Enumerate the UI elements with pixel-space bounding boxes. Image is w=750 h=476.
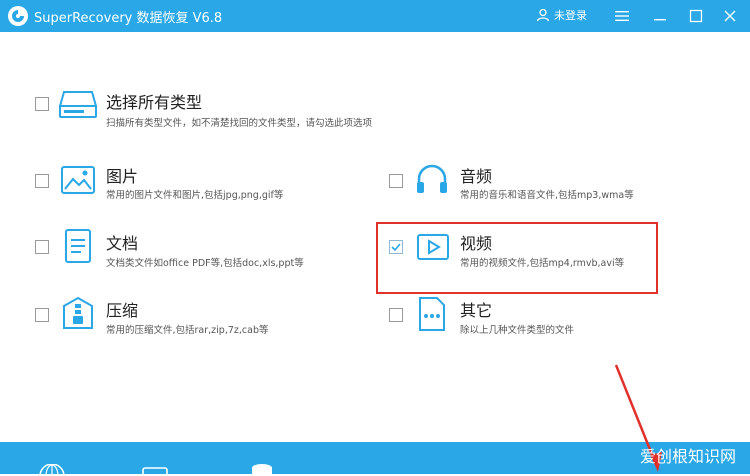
option-description: 常用的压缩文件,包括rar,zip,7z,cab等 [106,325,269,336]
option-description: 除以上几种文件类型的文件 [460,325,575,336]
image-icon [61,166,95,194]
user-icon [536,8,550,22]
title-bar: SuperRecovery 数据恢复 V6.8 未登录 [0,0,750,32]
maximize-icon [689,9,703,23]
checkbox-all-types[interactable] [35,97,49,111]
option-description: 文档类文件如office PDF等,包括doc,xls,ppt等 [106,258,304,269]
checkbox-audio[interactable] [389,174,403,188]
monitor-icon[interactable] [142,466,168,476]
close-icon [724,10,736,22]
headphones-icon [417,164,447,193]
other-files-icon [419,297,445,331]
menu-button[interactable] [612,6,632,26]
maximize-button[interactable] [686,6,706,26]
bottom-toolbar [0,442,750,476]
checkbox-other[interactable] [389,308,403,322]
menu-icon [615,11,629,21]
option-description: 常用的音乐和语音文件,包括mp3,wma等 [460,190,634,201]
option-description: 常用的视频文件,包括mp4,rmvb,avi等 [460,258,625,269]
option-label: 选择所有类型 [106,93,203,112]
login-label: 未登录 [554,9,587,22]
option-label: 音频 [460,167,493,186]
minimize-icon [654,19,666,21]
close-button[interactable] [720,6,740,26]
checkbox-archive[interactable] [35,308,49,322]
video-icon [417,234,449,260]
login-status[interactable]: 未登录 [536,7,587,23]
option-label: 视频 [460,234,493,253]
minimize-button[interactable] [650,6,670,26]
hard-drive-icon [58,91,98,118]
checkbox-document[interactable] [35,240,49,254]
option-label: 压缩 [106,301,139,320]
archive-icon [63,296,93,329]
globe-icon[interactable] [38,464,66,476]
option-description: 扫描所有类型文件，如不清楚找回的文件类型，请勾选此项选项 [106,118,373,129]
option-label: 文档 [106,234,139,253]
app-logo-icon [8,6,28,26]
checkbox-image[interactable] [35,174,49,188]
option-label: 其它 [460,301,493,320]
checkbox-video[interactable] [389,240,403,254]
watermark-text: 爱创根知识网 [640,447,737,466]
app-title: SuperRecovery 数据恢复 V6.8 [34,11,223,26]
option-description: 常用的图片文件和图片,包括jpg,png,gif等 [106,190,284,201]
option-label: 图片 [106,167,139,186]
disk-icon[interactable] [250,463,274,475]
document-icon [65,229,91,263]
checkmark-icon [391,243,401,252]
